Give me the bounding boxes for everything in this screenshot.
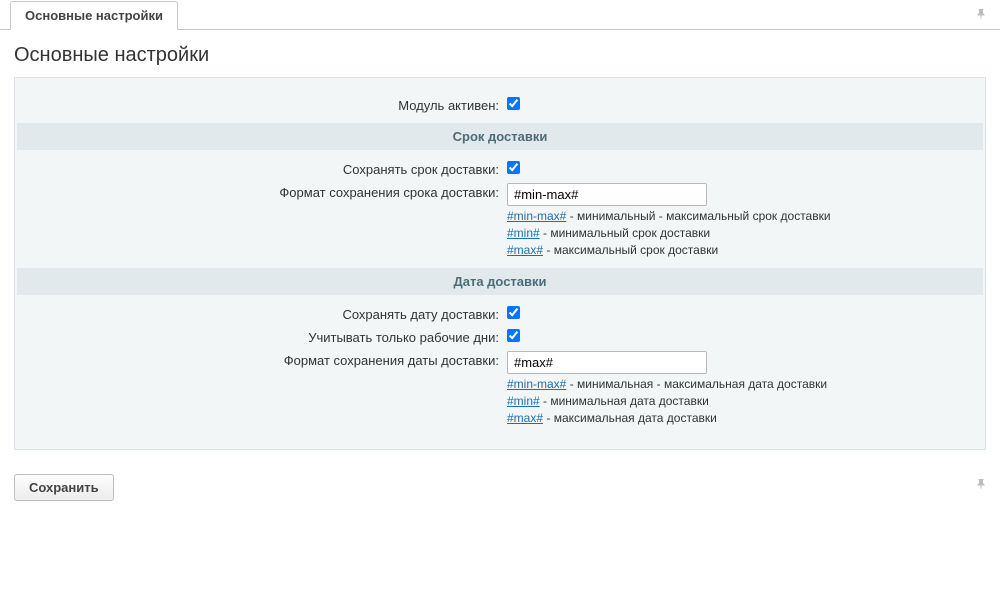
tab-main-settings[interactable]: Основные настройки <box>10 1 178 30</box>
save-date-checkbox[interactable] <box>507 306 520 319</box>
save-button[interactable]: Сохранить <box>14 474 114 501</box>
save-term-label: Сохранять срок доставки: <box>17 160 505 177</box>
date-help-min-link[interactable]: #min# <box>507 394 540 408</box>
term-help-min-text: - минимальный срок доставки <box>540 226 710 240</box>
section-delivery-date-header: Дата доставки <box>17 268 983 295</box>
term-help-min-link[interactable]: #min# <box>507 226 540 240</box>
save-term-checkbox[interactable] <box>507 161 520 174</box>
date-help-minmax-link[interactable]: #min-max# <box>507 377 566 391</box>
workdays-checkbox[interactable] <box>507 329 520 342</box>
term-format-input[interactable] <box>507 183 707 206</box>
date-format-input[interactable] <box>507 351 707 374</box>
term-help-minmax-text: - минимальный - максимальный срок достав… <box>566 209 830 223</box>
module-active-label: Модуль активен: <box>17 96 505 113</box>
term-help-max-link[interactable]: #max# <box>507 243 543 257</box>
workdays-label: Учитывать только рабочие дни: <box>17 328 505 345</box>
date-format-label: Формат сохранения даты доставки: <box>17 351 505 368</box>
date-help-max-text: - максимальная дата доставки <box>543 411 717 425</box>
date-help-max-link[interactable]: #max# <box>507 411 543 425</box>
term-help-max-text: - максимальный срок доставки <box>543 243 718 257</box>
term-help-minmax-link[interactable]: #min-max# <box>507 209 566 223</box>
date-help-minmax-text: - минимальная - максимальная дата достав… <box>566 377 827 391</box>
pin-icon[interactable] <box>976 8 988 23</box>
module-active-checkbox[interactable] <box>507 97 520 110</box>
date-help-min-text: - минимальная дата доставки <box>540 394 709 408</box>
term-format-label: Формат сохранения срока доставки: <box>17 183 505 200</box>
settings-form: Модуль активен: Срок доставки Сохранять … <box>14 77 986 450</box>
page-title: Основные настройки <box>14 44 986 67</box>
section-delivery-term-header: Срок доставки <box>17 123 983 150</box>
pin-icon[interactable] <box>976 478 988 493</box>
save-date-label: Сохранять дату доставки: <box>17 305 505 322</box>
